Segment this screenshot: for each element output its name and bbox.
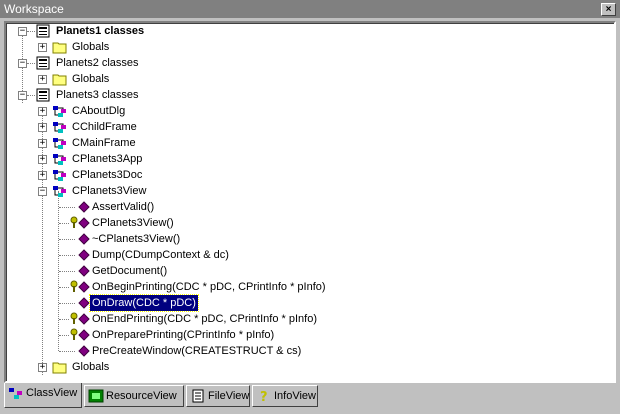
tree-node-method[interactable]: ~CPlanets3View() bbox=[6, 231, 606, 247]
tree-node-globals[interactable]: + Globals bbox=[6, 71, 606, 87]
tree-node-class[interactable]: + CAboutDlg bbox=[6, 103, 606, 119]
svg-text:?: ? bbox=[260, 390, 268, 403]
tree-node-method[interactable]: Dump(CDumpContext & dc) bbox=[6, 247, 606, 263]
tree-node-label: Globals bbox=[72, 73, 110, 85]
tree-node-globals[interactable]: + Globals bbox=[6, 359, 606, 375]
tree-node-label: PreCreateWindow(CREATESTRUCT & cs) bbox=[92, 345, 302, 357]
tree-node-label: Planets3 classes bbox=[56, 89, 139, 101]
folder-icon bbox=[52, 362, 67, 374]
tree-node-method-selected[interactable]: OnDraw(CDC * pDC) bbox=[6, 294, 606, 312]
tree-node-class[interactable]: + CPlanets3Doc bbox=[6, 167, 606, 183]
tree-node-method[interactable]: OnPreparePrinting(CPrintInfo * pInfo) bbox=[6, 327, 606, 343]
tree-node-label: GetDocument() bbox=[92, 265, 168, 277]
expand-icon[interactable]: + bbox=[38, 43, 47, 52]
expand-icon[interactable]: + bbox=[38, 75, 47, 84]
class-icon bbox=[53, 122, 66, 133]
tree-node-planets1[interactable]: − Planets1 classes bbox=[6, 23, 606, 39]
resourceview-icon bbox=[88, 389, 104, 403]
tab-classview[interactable]: ClassView bbox=[4, 383, 82, 408]
tree-node-method[interactable]: OnBeginPrinting(CDC * pDC, CPrintInfo * … bbox=[6, 279, 606, 295]
classview-icon bbox=[9, 388, 22, 399]
collapse-icon[interactable]: − bbox=[38, 187, 47, 196]
class-icon bbox=[53, 138, 66, 149]
class-icon bbox=[53, 170, 66, 181]
tab-fileview[interactable]: FileView bbox=[186, 385, 250, 407]
tree-node-method[interactable]: AssertValid() bbox=[6, 199, 606, 215]
tree-node-label: CMainFrame bbox=[72, 137, 136, 149]
tree-node-label: Planets1 classes bbox=[56, 25, 145, 37]
tab-resourceview[interactable]: ResourceView bbox=[84, 385, 184, 407]
tree-node-label: AssertValid() bbox=[92, 201, 155, 213]
tree-node-class[interactable]: + CMainFrame bbox=[6, 135, 606, 151]
question-icon: ? bbox=[260, 390, 268, 403]
class-icon bbox=[53, 106, 66, 117]
tree-node-label: CPlanets3View bbox=[72, 185, 147, 197]
tree-node-class[interactable]: + CPlanets3App bbox=[6, 151, 606, 167]
tree-node-method[interactable]: PreCreateWindow(CREATESTRUCT & cs) bbox=[6, 343, 606, 359]
tree-node-planets3[interactable]: − Planets3 classes bbox=[6, 87, 606, 103]
tree-node-label: Dump(CDumpContext & dc) bbox=[92, 249, 229, 261]
tree-node-label: CAboutDlg bbox=[72, 105, 126, 117]
tree-node-class[interactable]: + CChildFrame bbox=[6, 119, 606, 135]
fileview-icon bbox=[192, 389, 204, 403]
folder-icon bbox=[52, 74, 67, 86]
class-icon bbox=[53, 186, 66, 197]
expand-icon[interactable]: + bbox=[38, 139, 47, 148]
classes-icon bbox=[36, 56, 50, 70]
tree-node-label: ~CPlanets3View() bbox=[92, 233, 181, 245]
folder-icon bbox=[52, 42, 67, 54]
tree-node-label: CChildFrame bbox=[72, 121, 137, 133]
expand-icon[interactable]: + bbox=[38, 171, 47, 180]
classes-icon bbox=[36, 88, 50, 102]
close-icon[interactable]: × bbox=[601, 3, 616, 16]
collapse-icon[interactable]: − bbox=[18, 27, 27, 36]
collapse-icon[interactable]: − bbox=[18, 91, 27, 100]
tree-node-label: Globals bbox=[72, 361, 110, 373]
collapse-icon[interactable]: − bbox=[18, 59, 27, 68]
tree-node-label: CPlanets3View() bbox=[92, 217, 174, 229]
tab-label: FileView bbox=[208, 390, 250, 402]
tree-node-label: OnEndPrinting(CDC * pDC, CPrintInfo * pI… bbox=[92, 313, 317, 325]
tree-node-label: OnPreparePrinting(CPrintInfo * pInfo) bbox=[92, 329, 275, 341]
window-title: Workspace bbox=[4, 2, 64, 16]
title-bar: Workspace × bbox=[0, 0, 620, 18]
expand-icon[interactable]: + bbox=[38, 107, 47, 116]
expand-icon[interactable]: + bbox=[38, 155, 47, 164]
classes-icon bbox=[36, 24, 50, 38]
tab-infoview[interactable]: ? InfoView bbox=[252, 385, 318, 407]
expand-icon[interactable]: + bbox=[38, 123, 47, 132]
tab-label: ResourceView bbox=[106, 390, 177, 402]
tree-node-method[interactable]: CPlanets3View() bbox=[6, 215, 606, 231]
tree-node-label: OnBeginPrinting(CDC * pDC, CPrintInfo * … bbox=[92, 281, 326, 293]
tree-node-label: OnDraw(CDC * pDC) bbox=[89, 294, 199, 312]
tree-node-method[interactable]: OnEndPrinting(CDC * pDC, CPrintInfo * pI… bbox=[6, 311, 606, 327]
tab-label: ClassView bbox=[26, 387, 78, 399]
expand-icon[interactable]: + bbox=[38, 363, 47, 372]
tree-node-method[interactable]: GetDocument() bbox=[6, 263, 606, 279]
class-icon bbox=[53, 154, 66, 165]
tab-label: InfoView bbox=[274, 390, 316, 402]
tree-node-globals[interactable]: + Globals bbox=[6, 39, 606, 55]
class-tree[interactable]: − Planets1 classes + Globals − Planets2 … bbox=[4, 21, 616, 383]
tree-node-label: CPlanets3App bbox=[72, 153, 143, 165]
tree-node-class[interactable]: − CPlanets3View bbox=[6, 183, 606, 199]
tree-node-planets2[interactable]: − Planets2 classes bbox=[6, 55, 606, 71]
tree-node-label: Planets2 classes bbox=[56, 57, 139, 69]
tree-node-label: Globals bbox=[72, 41, 110, 53]
tree-node-label: CPlanets3Doc bbox=[72, 169, 143, 181]
